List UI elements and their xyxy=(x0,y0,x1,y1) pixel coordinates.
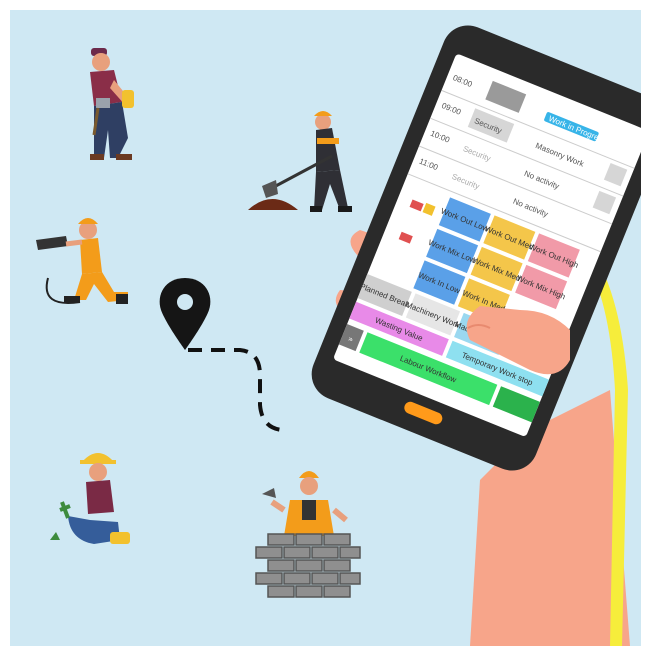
worker-carrying-tool-icon xyxy=(90,48,134,160)
worker-planting-icon xyxy=(50,453,130,544)
worker-drilling-icon xyxy=(36,218,128,304)
brick-wall xyxy=(255,533,361,598)
illustration-canvas: 08:00 Work in Progress 09:00 Security Ma… xyxy=(10,10,641,646)
dashed-route xyxy=(188,348,283,432)
location-pin-icon xyxy=(159,278,211,350)
worker-digging-icon xyxy=(248,111,352,212)
worker-bricklaying-icon xyxy=(262,471,348,536)
